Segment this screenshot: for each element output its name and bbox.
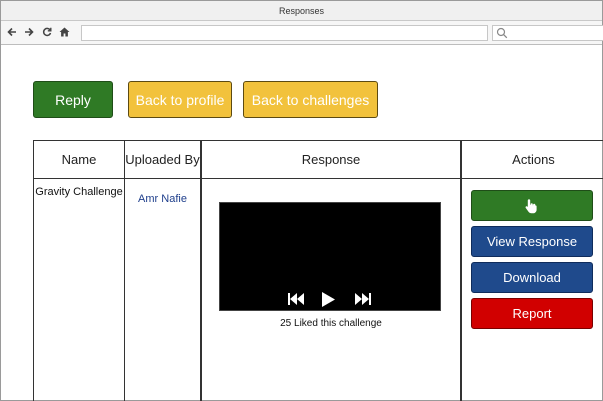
browser-window: Responses Reply Back to profile Back to … [0, 0, 603, 401]
skip-back-icon[interactable] [286, 291, 306, 307]
like-button[interactable] [471, 190, 593, 221]
report-button[interactable]: Report [471, 298, 593, 329]
view-response-button[interactable]: View Response [471, 226, 593, 257]
play-icon[interactable] [320, 291, 336, 307]
table-header-divider [34, 178, 603, 179]
reply-button[interactable]: Reply [33, 81, 113, 118]
header-uploaded-by: Uploaded By [125, 151, 200, 167]
uploader-link[interactable]: Amr Nafie [125, 193, 200, 205]
back-arrow-icon[interactable] [5, 24, 19, 40]
back-to-profile-button[interactable]: Back to profile [128, 81, 232, 118]
video-player[interactable] [219, 202, 441, 311]
browser-navbar [1, 21, 603, 45]
address-bar[interactable] [81, 25, 488, 41]
likes-count: 25 Liked this challenge [280, 318, 382, 329]
home-icon[interactable] [57, 24, 71, 40]
search-icon [496, 27, 508, 39]
browser-search-input[interactable] [492, 25, 603, 41]
header-response: Response [301, 151, 361, 167]
skip-forward-icon[interactable] [353, 291, 373, 307]
download-button[interactable]: Download [471, 262, 593, 293]
header-name: Name [61, 151, 97, 167]
reload-icon[interactable] [40, 24, 54, 40]
responses-table: Name Uploaded By Response Actions Gravit… [33, 140, 603, 401]
back-to-challenges-button[interactable]: Back to challenges [243, 81, 378, 118]
window-title: Responses [1, 1, 602, 21]
header-actions: Actions [512, 151, 555, 167]
forward-arrow-icon[interactable] [22, 24, 36, 40]
thumbs-up-hand-icon [525, 198, 537, 213]
column-divider [200, 141, 202, 401]
column-divider [124, 141, 125, 401]
challenge-name: Gravity Challenge [35, 186, 123, 198]
column-divider [460, 141, 462, 401]
